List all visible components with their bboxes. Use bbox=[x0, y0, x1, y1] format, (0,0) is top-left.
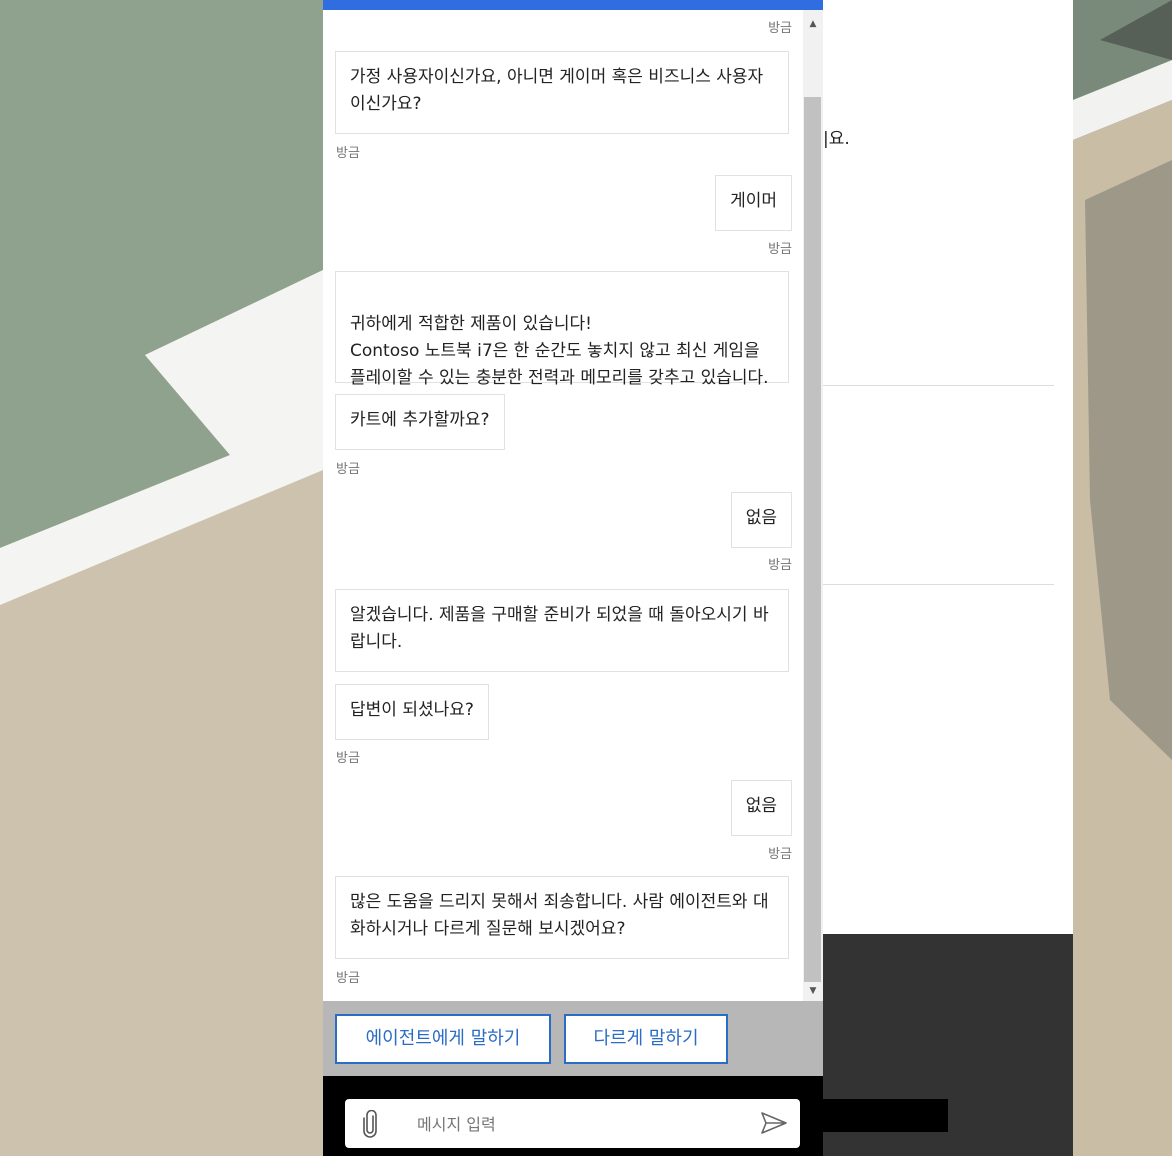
paperclip-icon[interactable] bbox=[361, 1110, 379, 1138]
message-text: 알겠습니다. 제품을 구매할 준비가 되었을 때 돌아오시기 바랍니다. bbox=[350, 605, 769, 652]
message-text: 게이머 bbox=[730, 191, 777, 211]
message-text: 없음 bbox=[745, 508, 777, 528]
chat-transcript[interactable]: 방금 가정 사용자이신가요, 아니면 게이머 혹은 비즈니스 사용자이신가요? … bbox=[323, 10, 803, 1001]
message-composer bbox=[323, 1076, 823, 1156]
message-timestamp: 방금 bbox=[336, 462, 360, 477]
message-timestamp: 방금 bbox=[768, 242, 792, 257]
message-timestamp: 방금 bbox=[768, 558, 792, 573]
message-timestamp: 방금 bbox=[336, 751, 360, 766]
message-text: 귀하에게 적합한 제품이 있습니다! Contoso 노트북 i7은 한 순간도… bbox=[350, 314, 769, 388]
user-message: 게이머 bbox=[715, 175, 792, 231]
scroll-up-arrow-icon[interactable]: ▲ bbox=[803, 14, 823, 34]
message-input[interactable] bbox=[415, 1109, 749, 1140]
redacted-bar bbox=[823, 1099, 948, 1132]
user-message: 없음 bbox=[730, 780, 792, 836]
talk-to-agent-button[interactable]: 에이전트에게 말하기 bbox=[335, 1014, 551, 1064]
bot-message: 카트에 추가할까요? bbox=[335, 394, 505, 450]
chat-header-bar bbox=[323, 0, 823, 10]
message-text: 가정 사용자이신가요, 아니면 게이머 혹은 비즈니스 사용자이신가요? bbox=[350, 67, 764, 114]
message-timestamp: 방금 bbox=[768, 21, 792, 36]
page-content-panel: |요. bbox=[823, 0, 1073, 934]
message-timestamp: 방금 bbox=[336, 971, 360, 986]
bot-message: 귀하에게 적합한 제품이 있습니다! Contoso 노트북 i7은 한 순간도… bbox=[335, 271, 789, 388]
scroll-down-arrow-icon[interactable]: ▼ bbox=[803, 981, 823, 1001]
message-text: 많은 도움을 드리지 못해서 죄송합니다. 사람 에이전트와 대화하시거나 다르… bbox=[350, 892, 769, 939]
bot-message: 알겠습니다. 제품을 구매할 준비가 되었을 때 돌아오시기 바랍니다. bbox=[335, 589, 789, 672]
page-text-fragment: |요. bbox=[823, 129, 850, 149]
message-text: 카트에 추가할까요? bbox=[350, 410, 490, 430]
chat-widget: 방금 가정 사용자이신가요, 아니면 게이머 혹은 비즈니스 사용자이신가요? … bbox=[323, 0, 823, 1156]
message-timestamp: 방금 bbox=[768, 847, 792, 862]
message-text: 답변이 되셨나요? bbox=[350, 700, 474, 720]
suggested-actions: 에이전트에게 말하기 다르게 말하기 bbox=[323, 1001, 823, 1076]
divider bbox=[823, 584, 1054, 585]
send-icon[interactable] bbox=[760, 1110, 788, 1136]
rephrase-button[interactable]: 다르게 말하기 bbox=[564, 1014, 728, 1064]
message-text: 없음 bbox=[745, 796, 777, 816]
bot-message: 답변이 되셨나요? bbox=[335, 684, 489, 740]
bot-message: 가정 사용자이신가요, 아니면 게이머 혹은 비즈니스 사용자이신가요? bbox=[335, 51, 789, 134]
transcript-scrollbar[interactable]: ▲ ▼ bbox=[803, 10, 823, 1001]
user-message: 없음 bbox=[730, 492, 792, 548]
message-input-box bbox=[345, 1099, 800, 1148]
divider bbox=[823, 385, 1054, 386]
bot-message: 많은 도움을 드리지 못해서 죄송합니다. 사람 에이전트와 대화하시거나 다르… bbox=[335, 876, 789, 959]
scrollbar-thumb[interactable] bbox=[804, 97, 821, 982]
message-timestamp: 방금 bbox=[336, 146, 360, 161]
